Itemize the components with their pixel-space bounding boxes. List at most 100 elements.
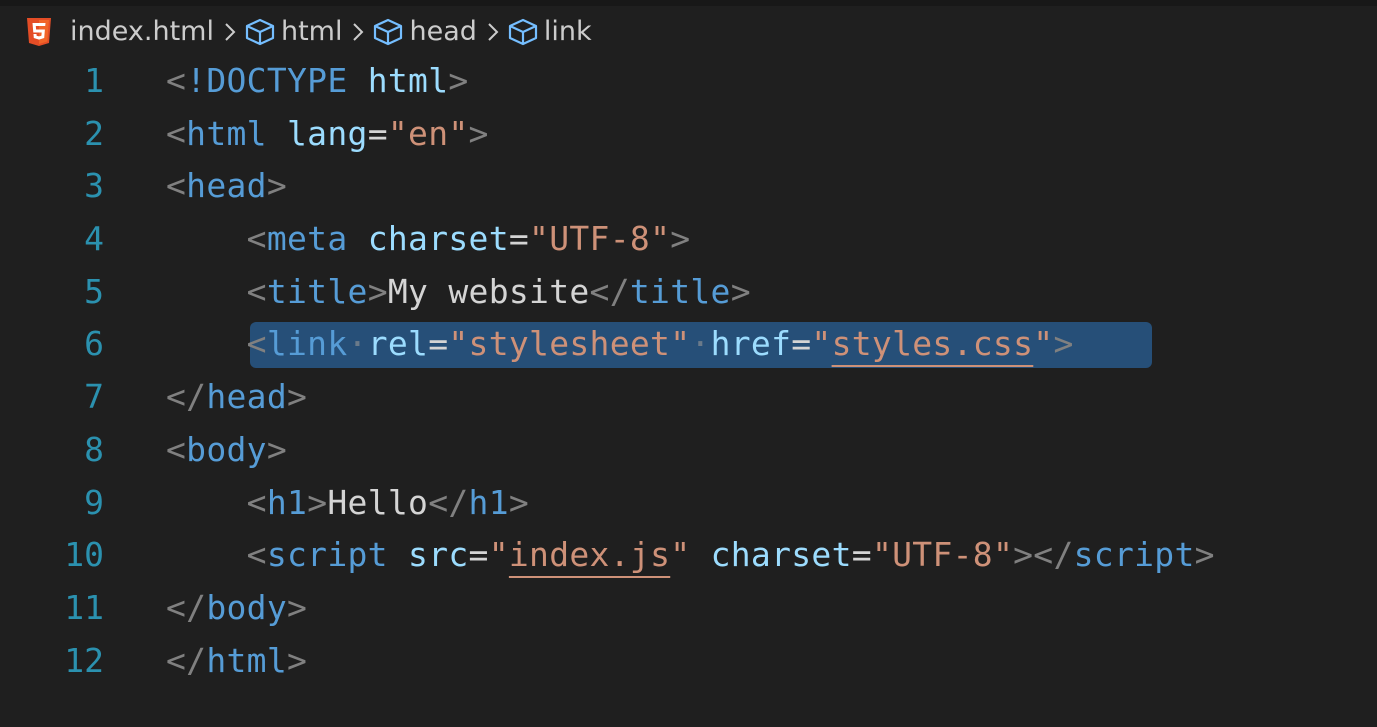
token-punct: </ <box>1033 535 1074 575</box>
token-tag: html <box>206 640 288 680</box>
chevron-right-icon <box>351 21 365 43</box>
token-eq: = <box>851 535 872 575</box>
token-tag: html <box>186 113 267 153</box>
line-content[interactable]: <script src="index.js" charset="UTF-8"><… <box>166 529 1215 582</box>
token-text: My website <box>387 271 590 311</box>
token-quote: " <box>448 113 469 153</box>
html5-icon <box>26 17 52 47</box>
token-quote: " <box>871 535 893 575</box>
code-line[interactable]: 7 </head> <box>0 371 1377 424</box>
token-punct: > <box>1053 324 1074 364</box>
code-line[interactable]: 1 <!DOCTYPE html> <box>0 55 1377 108</box>
whitespace-marker: · <box>690 324 711 364</box>
token-punct: > <box>307 482 328 522</box>
token-punct: > <box>508 482 530 522</box>
token-eq: = <box>367 113 388 153</box>
token-tag: h1 <box>266 482 308 522</box>
token-attr: charset <box>367 219 509 259</box>
line-number: 5 <box>84 271 104 311</box>
token-string: UTF-8 <box>549 219 651 259</box>
token-punct: </ <box>166 587 207 627</box>
code-line[interactable]: 9 <h1>Hello</h1> <box>0 477 1377 530</box>
line-content[interactable]: <html lang="en"> <box>166 108 489 161</box>
token-punct: < <box>246 482 267 522</box>
code-line[interactable]: 3 <head> <box>0 160 1377 213</box>
line-content[interactable]: <title>My website</title> <box>166 266 751 319</box>
code-line-selected[interactable]: 6 <link·rel="stylesheet"·href="styles.cs… <box>0 318 1377 371</box>
line-content[interactable]: <meta charset="UTF-8"> <box>166 213 690 266</box>
token-punct: > <box>287 587 308 627</box>
code-line[interactable]: 2 <html lang="en"> <box>0 108 1377 161</box>
code-line[interactable]: 10 <script src="index.js" charset="UTF-8… <box>0 529 1377 582</box>
cube-icon <box>372 18 404 46</box>
code-line[interactable]: 5 <title>My website</title> <box>0 266 1377 319</box>
token-attr: html <box>367 61 449 100</box>
file-link-index-js[interactable]: index.js <box>509 535 670 574</box>
line-content[interactable]: <head> <box>166 160 287 213</box>
line-content[interactable]: <h1>Hello</h1> <box>166 477 529 530</box>
code-area[interactable]: 1 <!DOCTYPE html> 2 <html lang="en"> 3 <… <box>0 55 1377 687</box>
token-punct: > <box>1194 535 1215 575</box>
tab-bar-edge <box>0 0 1377 6</box>
token-quote: " <box>811 324 832 364</box>
token-punct: </ <box>428 482 469 522</box>
token-punct: </ <box>166 640 207 680</box>
cube-icon <box>507 18 539 46</box>
token-tag: title <box>629 271 731 311</box>
line-number: 10 <box>64 535 104 575</box>
token-tag: script <box>1073 535 1195 575</box>
token-eq: = <box>428 324 449 364</box>
code-line[interactable]: 4 <meta charset="UTF-8"> <box>0 213 1377 266</box>
token-attr: src <box>408 535 469 575</box>
token-punct: > <box>266 429 288 469</box>
line-content[interactable]: </body> <box>166 582 307 635</box>
token-tag: script <box>266 535 388 575</box>
breadcrumb-item-html[interactable]: html <box>244 10 342 54</box>
breadcrumb-item-head[interactable]: head <box>372 10 477 54</box>
token-tag: body <box>206 587 288 627</box>
line-number: 11 <box>64 587 104 627</box>
breadcrumb-item-link[interactable]: link <box>507 10 592 54</box>
breadcrumb-file[interactable]: index.html <box>70 10 214 54</box>
file-link-styles-css[interactable]: styles.css <box>832 324 1034 363</box>
token-punct: < <box>166 166 187 206</box>
token-tag: meta <box>266 219 348 259</box>
token-punct: < <box>166 61 187 100</box>
token-punct: > <box>287 640 308 680</box>
breadcrumb-item-label: head <box>409 16 477 47</box>
line-content[interactable]: <body> <box>166 424 287 477</box>
chevron-right-icon <box>223 21 237 43</box>
token-eq: = <box>468 535 489 575</box>
token-quote: " <box>992 535 1014 575</box>
token-punct: > <box>730 271 751 311</box>
token-punct: < <box>246 271 267 311</box>
line-number: 2 <box>84 113 104 153</box>
token-attr: lang <box>287 113 368 153</box>
line-content[interactable]: <!DOCTYPE html> <box>166 55 469 108</box>
line-content[interactable]: </head> <box>166 371 307 424</box>
token-tag: head <box>186 166 267 206</box>
code-line[interactable]: 11 </body> <box>0 582 1377 635</box>
token-punct: > <box>670 219 691 259</box>
code-line[interactable]: 12 </html> <box>0 635 1377 688</box>
token-punct: > <box>448 61 469 100</box>
token-tag: h1 <box>468 482 509 522</box>
token-attr: charset <box>710 535 852 575</box>
line-number: 4 <box>84 219 104 259</box>
line-number: 3 <box>84 166 104 206</box>
line-number: 9 <box>84 482 104 522</box>
token-string: en <box>408 113 449 153</box>
token-eq: = <box>791 324 812 364</box>
line-content[interactable]: </html> <box>166 635 307 688</box>
cube-icon <box>244 18 276 46</box>
code-line[interactable]: 8 <body> <box>0 424 1377 477</box>
line-content[interactable]: <link·rel="stylesheet"·href="styles.css"… <box>166 318 1074 371</box>
breadcrumb-item-label: link <box>543 16 592 47</box>
code-editor[interactable]: index.html html head link 1 <!DOCTYPE ht… <box>0 0 1377 727</box>
token-string: stylesheet <box>468 324 671 364</box>
